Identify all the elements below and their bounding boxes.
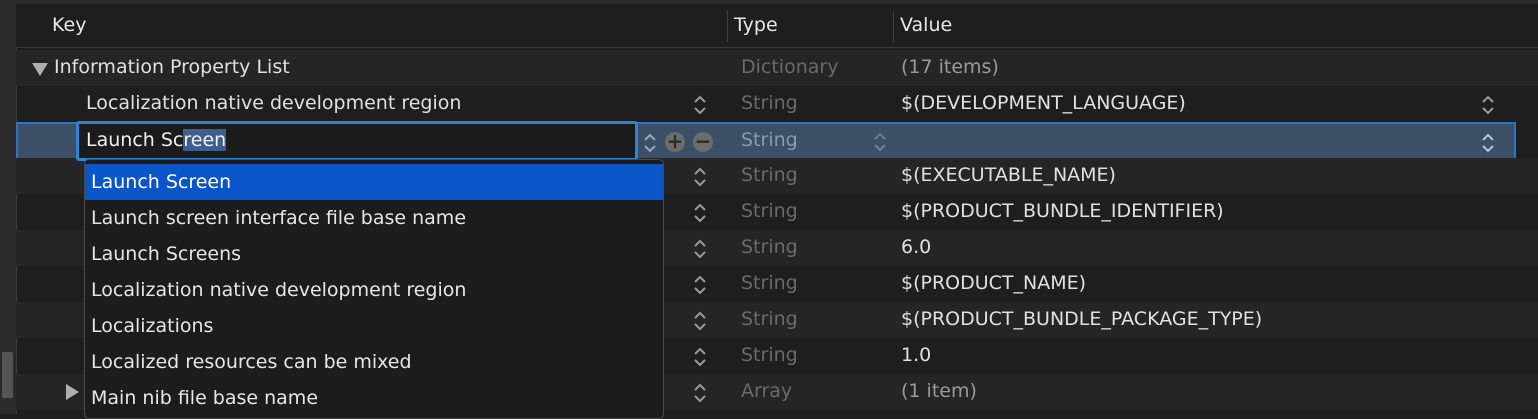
autocomplete-item[interactable]: Localization native development region xyxy=(85,272,663,308)
typed-text: Launch Sc xyxy=(86,129,184,151)
remove-icon[interactable]: − xyxy=(693,129,713,153)
root-row[interactable]: Information Property List Dictionary (17… xyxy=(16,50,1538,86)
row-type: String xyxy=(741,200,798,222)
stepper-icon[interactable] xyxy=(693,274,707,296)
row-type: String xyxy=(741,236,798,258)
autocomplete-item[interactable]: Launch Screen xyxy=(85,164,663,200)
autocomplete-item[interactable]: Localized resources can be mixed xyxy=(85,344,663,380)
row-type: Array xyxy=(741,380,793,402)
root-type: Dictionary xyxy=(741,56,839,78)
autocomplete-popup: Launch Screen Launch screen interface fi… xyxy=(84,159,664,419)
stepper-icon[interactable] xyxy=(693,202,707,224)
stepper-icon[interactable] xyxy=(693,166,707,188)
row-type: String xyxy=(741,344,798,366)
key-edit-text: Launch Screen xyxy=(86,129,227,151)
row-type: String xyxy=(741,92,798,114)
row-type: String xyxy=(741,308,798,330)
column-divider[interactable] xyxy=(893,10,894,42)
stepper-icon[interactable] xyxy=(643,132,657,154)
table-row[interactable]: Localization native development region S… xyxy=(16,86,1538,122)
disclosure-triangle-icon[interactable] xyxy=(66,384,79,400)
stepper-icon[interactable] xyxy=(1481,94,1495,116)
value-column-header[interactable]: Value xyxy=(900,14,952,36)
row-value: $(EXECUTABLE_NAME) xyxy=(901,164,1116,186)
row-value: (1 item) xyxy=(901,380,977,402)
row-value: 6.0 xyxy=(901,236,932,258)
row-type: String xyxy=(741,129,798,151)
left-scrollbar[interactable] xyxy=(0,0,17,414)
add-icon[interactable]: + xyxy=(665,129,685,153)
stepper-icon[interactable] xyxy=(693,310,707,332)
stepper-icon[interactable] xyxy=(873,131,887,153)
type-column-header[interactable]: Type xyxy=(734,14,778,36)
row-value: $(DEVELOPMENT_LANGUAGE) xyxy=(901,92,1186,114)
row-value: $(PRODUCT_BUNDLE_IDENTIFIER) xyxy=(901,200,1224,222)
disclosure-triangle-icon[interactable] xyxy=(32,63,48,76)
root-key: Information Property List xyxy=(54,56,290,78)
stepper-icon[interactable] xyxy=(1481,132,1495,154)
row-value: 1.0 xyxy=(901,344,932,366)
stepper-icon[interactable] xyxy=(693,382,707,404)
column-header: Key Type Value xyxy=(16,4,1538,48)
root-value: (17 items) xyxy=(901,56,999,78)
stepper-icon[interactable] xyxy=(693,94,707,116)
completion-text: reen xyxy=(183,129,227,151)
row-key: Localization native development region xyxy=(86,92,462,114)
autocomplete-item[interactable]: Main nib file base name xyxy=(85,380,663,416)
row-type: String xyxy=(741,272,798,294)
row-type: String xyxy=(741,164,798,186)
row-value: $(PRODUCT_NAME) xyxy=(901,272,1087,294)
stepper-icon[interactable] xyxy=(693,346,707,368)
key-column-header[interactable]: Key xyxy=(52,14,86,36)
autocomplete-item[interactable]: Launch Screens xyxy=(85,236,663,272)
column-divider[interactable] xyxy=(727,10,728,42)
scroll-knob[interactable] xyxy=(2,352,13,398)
autocomplete-item[interactable]: Localizations xyxy=(85,308,663,344)
key-edit-field[interactable]: Launch Screen xyxy=(76,121,638,161)
row-value: $(PRODUCT_BUNDLE_PACKAGE_TYPE) xyxy=(901,308,1263,330)
autocomplete-item[interactable]: Launch screen interface file base name xyxy=(85,200,663,236)
stepper-icon[interactable] xyxy=(693,238,707,260)
